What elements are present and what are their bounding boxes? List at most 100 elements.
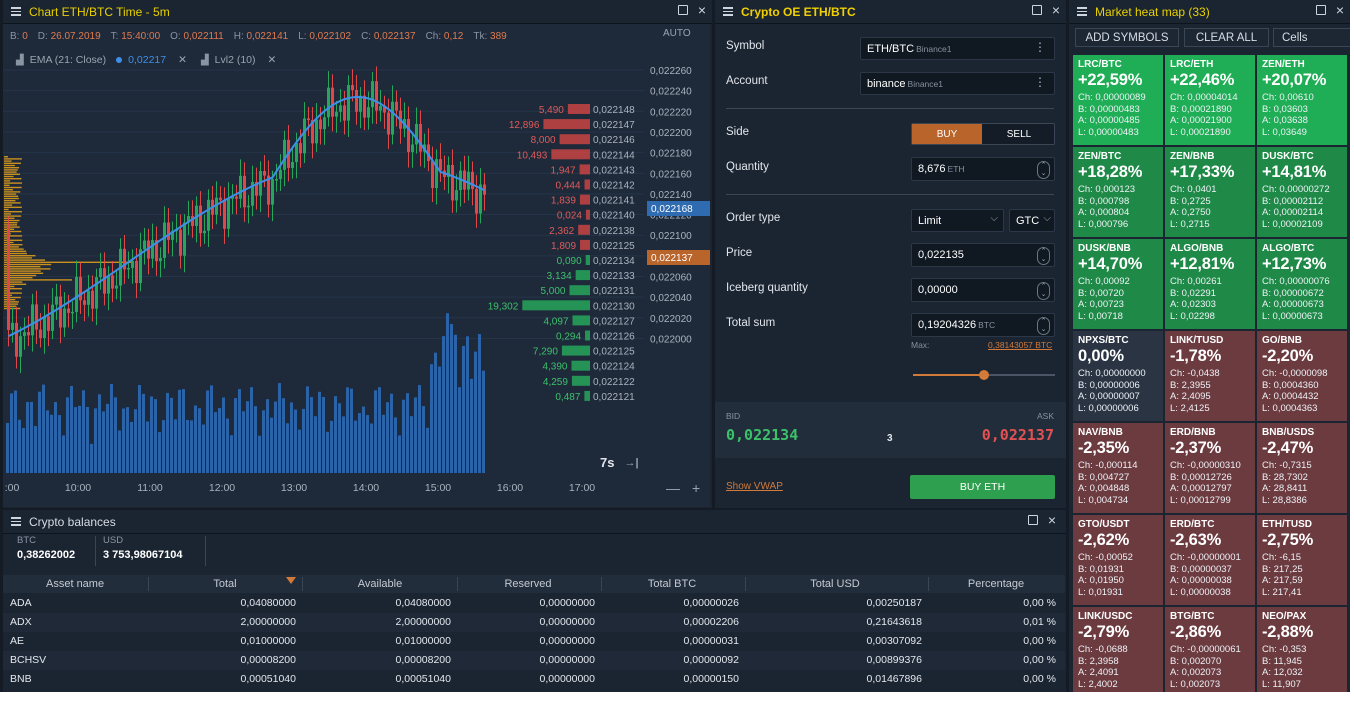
view-mode-select[interactable]: Cells xyxy=(1273,28,1350,47)
table-row[interactable]: AE 0,01000000 0,01000000 0,00000000 0,000000… xyxy=(3,632,1065,651)
maximize-icon[interactable] xyxy=(1315,5,1326,15)
lvl2-indicator-label[interactable]: Lvl2 (10) xyxy=(215,54,256,66)
sort-filter-icon[interactable] xyxy=(286,577,296,584)
dom-price[interactable]: 0,022124 xyxy=(593,362,635,373)
dom-size[interactable]: 8,000 xyxy=(531,135,556,146)
close-icon[interactable]: × xyxy=(1336,3,1344,17)
buy-eth-button[interactable]: BUY ETH xyxy=(910,475,1055,499)
heatmap-tile[interactable]: ETH/TUSD -2,75% Ch: -6,15 B: 217,25 A: 217,5… xyxy=(1257,515,1347,605)
table-row[interactable]: BCHSV 0,00008200 0,00008200 0,00000000 0,000… xyxy=(3,651,1065,670)
bid-price[interactable]: 0,022134 xyxy=(726,426,798,444)
menu-icon[interactable] xyxy=(723,7,733,16)
dom-price[interactable]: 0,022140 xyxy=(593,211,635,222)
heatmap-tile[interactable]: BTG/BTC -2,86% Ch: -0,00000061 B: 0,002070 A… xyxy=(1165,607,1255,692)
ema-remove-icon[interactable]: ✕ xyxy=(178,54,187,66)
table-row[interactable]: ADA 0,04080000 0,04080000 0,00000000 0,00000… xyxy=(3,594,1065,613)
dom-price[interactable]: 0,022142 xyxy=(593,181,635,192)
dom-size[interactable]: 12,896 xyxy=(509,120,540,131)
dom-price[interactable]: 0,022122 xyxy=(593,377,635,388)
dom-price[interactable]: 0,022133 xyxy=(593,271,635,282)
heatmap-tile[interactable]: LRC/BTC +22,59% Ch: 0,00000089 B: 0,0000048… xyxy=(1073,55,1163,145)
dom-price[interactable]: 0,022134 xyxy=(593,256,635,267)
dom-size[interactable]: 0,444 xyxy=(556,181,581,192)
heatmap-tile[interactable]: GTO/USDT -2,62% Ch: -0,00052 B: 0,01931 A: 0… xyxy=(1073,515,1163,605)
dom-size[interactable]: 5,490 xyxy=(539,105,564,116)
dom-size[interactable]: 3,134 xyxy=(547,271,572,282)
iceberg-stepper[interactable]: ⌃ ⌄ xyxy=(1037,282,1050,300)
maximize-icon[interactable] xyxy=(1027,515,1038,525)
heatmap-tile[interactable]: ZEN/BTC +18,28% Ch: 0,000123 B: 0,000798 A: … xyxy=(1073,147,1163,237)
column-header[interactable]: Total USD xyxy=(795,575,875,593)
dom-size[interactable]: 0,487 xyxy=(555,392,580,403)
dom-price[interactable]: 0,022147 xyxy=(593,120,635,131)
dom-size[interactable]: 2,362 xyxy=(549,226,574,237)
total-sum-stepper[interactable]: ⌃ ⌄ xyxy=(1037,317,1050,335)
dom-price[interactable]: 0,022130 xyxy=(593,301,635,312)
heatmap-tile[interactable]: LINK/TUSD -1,78% Ch: -0,0438 B: 2,3955 A: 2,… xyxy=(1165,331,1255,421)
show-vwap-link[interactable]: Show VWAP xyxy=(726,481,783,492)
iceberg-field[interactable]: 0,00000 ⌃ ⌄ xyxy=(911,278,1055,302)
dom-size[interactable]: 5,000 xyxy=(540,286,565,297)
column-header[interactable]: Total BTC xyxy=(632,575,712,593)
dom-size[interactable]: 1,839 xyxy=(551,196,576,207)
maximize-icon[interactable] xyxy=(1031,5,1042,15)
heatmap-tile[interactable]: ZEN/ETH +20,07% Ch: 0,00610 B: 0,03603 A: 0,… xyxy=(1257,55,1347,145)
menu-icon[interactable] xyxy=(11,517,21,526)
heatmap-tile[interactable]: GO/BNB -2,20% Ch: -0,0000098 B: 0,0004360 A:… xyxy=(1257,331,1347,421)
heatmap-tile[interactable]: BNB/USDS -2,47% Ch: -0,7315 B: 28,7302 A: 28… xyxy=(1257,423,1347,513)
dom-price[interactable]: 0,022126 xyxy=(593,332,635,343)
time-in-force-select[interactable]: GTC ⌵ xyxy=(1009,209,1055,232)
close-icon[interactable]: × xyxy=(1052,3,1060,17)
heatmap-tile[interactable]: LINK/USDC -2,79% Ch: -0,0688 B: 2,3958 A: 2,… xyxy=(1073,607,1163,692)
ema-indicator-label[interactable]: EMA (21: Close) xyxy=(30,54,106,66)
column-header[interactable]: Total xyxy=(185,575,265,593)
dom-size[interactable]: 7,290 xyxy=(533,347,558,358)
dom-price[interactable]: 0,022125 xyxy=(593,347,635,358)
table-row[interactable]: BNB 0,00051040 0,00051040 0,00000000 0,00000… xyxy=(3,670,1065,689)
dom-price[interactable]: 0,022143 xyxy=(593,165,635,176)
heatmap-tile[interactable]: NPXS/BTC 0,00% Ch: 0,00000000 B: 0,00000006… xyxy=(1073,331,1163,421)
zoom-in-icon[interactable]: + xyxy=(692,480,700,496)
dom-price[interactable]: 0,022125 xyxy=(593,241,635,252)
column-header[interactable]: Percentage xyxy=(956,575,1036,593)
dom-size[interactable]: 4,390 xyxy=(542,362,567,373)
more-options-icon[interactable]: ⋮ xyxy=(1034,41,1046,53)
zoom-out-icon[interactable]: — xyxy=(666,480,680,496)
price-chart[interactable]: 0,022260 0,022240 0,022220 0,022200 0,022180… xyxy=(0,0,712,508)
ask-price[interactable]: 0,022137 xyxy=(982,426,1054,444)
quantity-stepper[interactable]: ⌃ ⌄ xyxy=(1037,161,1050,179)
dom-price[interactable]: 0,022138 xyxy=(593,226,635,237)
column-header[interactable]: Reserved xyxy=(488,575,568,593)
buy-side-button[interactable]: BUY xyxy=(912,124,982,144)
order-type-select[interactable]: Limit ⌵ xyxy=(911,209,1004,232)
dom-price[interactable]: 0,022146 xyxy=(593,135,635,146)
heatmap-tile[interactable]: NAV/BNB -2,35% Ch: -0,000114 B: 0,004727 A: … xyxy=(1073,423,1163,513)
column-header[interactable]: Asset name xyxy=(46,575,104,593)
dom-size[interactable]: 10,493 xyxy=(517,150,548,161)
heatmap-tile[interactable]: DUSK/BNB +14,70% Ch: 0,00092 B: 0,00720 A: 0… xyxy=(1073,239,1163,329)
heatmap-tile[interactable]: ALGO/BNB +12,81% Ch: 0,00261 B: 0,02291 A: 0… xyxy=(1165,239,1255,329)
heatmap-tile[interactable]: ALGO/BTC +12,73% Ch: 0,00000076 B: 0,000006… xyxy=(1257,239,1347,329)
dom-price[interactable]: 0,022121 xyxy=(593,392,635,403)
clear-all-button[interactable]: CLEAR ALL xyxy=(1184,28,1269,47)
dom-price[interactable]: 0,022148 xyxy=(593,105,635,116)
heatmap-tile[interactable]: LRC/ETH +22,46% Ch: 0,00004014 B: 0,0002189… xyxy=(1165,55,1255,145)
table-row[interactable]: ADX 2,00000000 2,00000000 0,00000000 0,00002… xyxy=(3,613,1065,632)
close-icon[interactable]: × xyxy=(1048,513,1056,527)
heatmap-tile[interactable]: ERD/BNB -2,37% Ch: -0,00000310 B: 0,0001272… xyxy=(1165,423,1255,513)
total-sum-field[interactable]: 0,19204326 BTC ⌃ ⌄ xyxy=(911,313,1055,337)
heatmap-tile[interactable]: DUSK/BTC +14,81% Ch: 0,00000272 B: 0,000021… xyxy=(1257,147,1347,237)
dom-price[interactable]: 0,022131 xyxy=(593,286,635,297)
symbol-selector[interactable]: ETH/BTC Binance1 ⋮ xyxy=(860,37,1055,60)
max-value-link[interactable]: 0,38143057 BTC xyxy=(988,340,1052,350)
heatmap-tile[interactable]: ZEN/BNB +17,33% Ch: 0,0401 B: 0,2725 A: 0,27… xyxy=(1165,147,1255,237)
price-field[interactable]: 0,022135 ⌃ ⌄ xyxy=(911,243,1055,267)
quantity-slider[interactable] xyxy=(913,370,1055,380)
dom-size[interactable]: 19,302 xyxy=(488,301,519,312)
price-stepper[interactable]: ⌃ ⌄ xyxy=(1037,247,1050,265)
dom-size[interactable]: 4,097 xyxy=(543,316,568,327)
add-symbols-button[interactable]: ADD SYMBOLS xyxy=(1075,28,1179,47)
lvl2-remove-icon[interactable]: ✕ xyxy=(268,54,277,66)
dom-size[interactable]: 0,294 xyxy=(556,332,581,343)
dom-size[interactable]: 1,809 xyxy=(551,241,576,252)
